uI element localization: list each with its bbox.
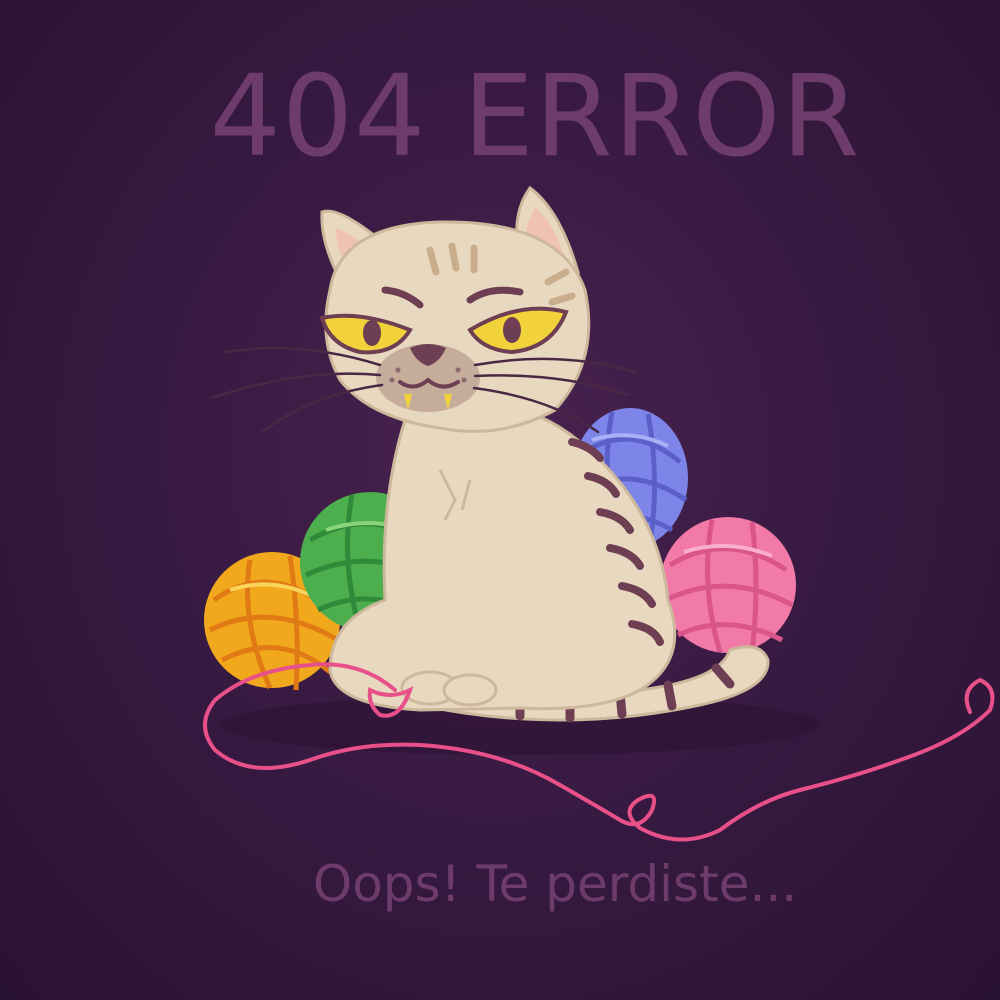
error-page: 404 ERROR Oops! Te perdiste...: [0, 0, 1000, 1000]
cat-with-yarn-illustration: [203, 185, 995, 842]
error-message: Oops! Te perdiste...: [312, 855, 798, 913]
yarn-ball-icon: [660, 517, 796, 653]
